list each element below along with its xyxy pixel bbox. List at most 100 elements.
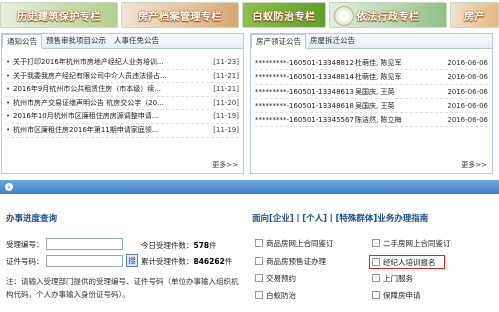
banner-administration-by-law[interactable]: 依法行政专栏 — [329, 2, 447, 28]
document-icon — [372, 274, 380, 282]
list-item[interactable]: • 杭州市区廉租住房2016年第11期申请家庭领... [11-19] — [6, 124, 239, 138]
accept-number-input[interactable] — [46, 238, 123, 250]
owner-names: 杜萌佳, 陈见军 — [355, 59, 402, 67]
banner-historic-buildings[interactable]: 历史建筑保护专栏 — [0, 2, 118, 28]
guide-item-presale-contract[interactable]: 商品房网上合同鉴订 — [255, 238, 334, 249]
bullet-icon: • — [6, 71, 11, 80]
owner-names: 杜萌佳, 陈见军 — [355, 73, 402, 82]
cert-date: 2016-06-06 — [447, 87, 488, 96]
cert-number: *********-160501-13345567 — [255, 116, 354, 125]
owner-names: 吴国庆, 王英 — [355, 101, 395, 110]
certificate-more-link[interactable]: 更多>> — [461, 160, 487, 170]
list-item[interactable]: • 2016年10月杭州市区廉租住房房源调整申请... [11-19] — [6, 110, 239, 124]
query-title: 办事进度查询 — [6, 214, 58, 224]
certificate-panel: 房产领证公告 房屋拆迁公告 *********-160501-13348812 … — [250, 33, 493, 174]
owner-names: 吴国庆, 王英 — [355, 87, 395, 96]
cert-number: *********-160501-13348814 — [255, 73, 354, 82]
cert-date: 2016-06-06 — [447, 116, 488, 125]
guide-item-label: 交易预约 — [266, 274, 296, 283]
banner-property-partial[interactable]: 房产 — [450, 2, 499, 28]
notice-date: [11-21] — [213, 71, 239, 80]
cert-date: 2016-06-06 — [447, 73, 488, 82]
tab-demolition[interactable]: 房屋拆迁公告 — [306, 34, 359, 48]
notice-date: [11-19] — [213, 125, 239, 134]
notices-panel: 通知公告 预售审批项目公示 人事任免公告 • 关于打印2016年杭州市房地产经纪… — [1, 33, 244, 174]
list-item[interactable]: • 关于打印2016年杭州市房地产经纪人业务培训... [11-23] — [6, 56, 239, 70]
guide-item-resale-contract[interactable]: 二手房网上合同鉴订 — [372, 238, 451, 249]
document-icon — [255, 274, 263, 282]
cert-date: 2016-06-06 — [447, 59, 488, 67]
document-icon — [372, 291, 380, 299]
bullet-icon: • — [6, 85, 11, 94]
cert-number: *********-160501-13348812 — [255, 59, 354, 67]
notice-title[interactable]: 2016年9月杭州市公共租赁住房（市本级）续... — [13, 83, 205, 96]
table-row[interactable]: *********-160501-13348814 杜萌佳, 陈见军 2016-… — [255, 70, 488, 85]
document-icon — [255, 291, 263, 299]
notice-date: [11-20] — [213, 98, 239, 107]
notice-title[interactable]: 关于打印2016年杭州市房地产经纪人业务培训... — [13, 56, 205, 69]
guide-item-affordable-housing[interactable]: 保障房申请 — [372, 290, 421, 301]
cert-number-input[interactable] — [46, 255, 123, 267]
today-stat: 今日受理件数：578件 — [141, 240, 217, 251]
cert-number-label: 证件号码： — [6, 257, 44, 266]
guide-item-appointment[interactable]: 交易预约 — [255, 273, 296, 284]
certificate-tab-bar: 房产领证公告 房屋拆迁公告 — [251, 34, 492, 49]
bullet-icon: • — [6, 112, 11, 121]
table-row[interactable]: *********-160501-13348613 吴国庆, 王英 2016-0… — [255, 85, 488, 99]
today-count: 578 — [193, 241, 210, 250]
arrow-icon: › — [5, 183, 13, 191]
search-button[interactable]: 搜 — [126, 254, 138, 267]
document-icon — [255, 239, 263, 247]
cert-date: 2016-06-06 — [447, 101, 488, 110]
list-item[interactable]: • 杭州市房产交易证缮声明公告 杭房交公字（20... [11-20] — [6, 97, 239, 111]
guide-item-termite[interactable]: 白蚁防治 — [255, 290, 296, 301]
total-unit: 件 — [224, 257, 233, 266]
banner-label: 依法行政专栏 — [356, 11, 420, 23]
tab-personnel[interactable]: 人事任免公告 — [110, 34, 163, 48]
today-label: 今日受理件数： — [141, 241, 194, 250]
owner-names: 陈洁然, 陈立梅 — [355, 116, 402, 125]
guide-item-presale-permit[interactable]: 商品房预售证办理 — [255, 256, 326, 267]
notice-date: [11-23] — [213, 58, 239, 66]
document-icon — [255, 257, 263, 265]
bullet-icon: • — [6, 58, 11, 66]
table-row[interactable]: *********-160501-13345567 陈洁然, 陈立梅 2016-… — [255, 113, 488, 128]
table-row[interactable]: *********-160501-13348618 吴国庆, 王英 2016-0… — [255, 99, 488, 114]
guide-item-label: 二手房网上合同鉴订 — [383, 239, 451, 248]
cert-number: *********-160501-13348613 — [255, 87, 354, 96]
accept-number-label: 受理编号： — [6, 240, 44, 249]
total-label: 累计受理件数： — [141, 257, 194, 266]
notice-title[interactable]: 关于我委我房产经纪有限公司中介人员违法侵占... — [13, 70, 205, 83]
banner-label: 房产 — [464, 11, 485, 23]
tab-notices[interactable]: 通知公告 — [2, 34, 42, 49]
notice-title[interactable]: 2016年10月杭州市区廉租住房房源调整申请... — [13, 110, 205, 123]
tab-certificate[interactable]: 房产领证公告 — [251, 34, 306, 49]
guide-item-home-service[interactable]: 上门服务 — [372, 273, 413, 284]
notice-title[interactable]: 杭州市房产交易证缮声明公告 杭房交公字（20... — [13, 97, 205, 110]
document-icon — [372, 239, 380, 247]
guide-title[interactable]: 面向[企业]丨[个人]丨[特殊群体]业务办理指南 — [252, 212, 428, 224]
banner-label: 历史建筑保护专栏 — [17, 11, 101, 23]
list-item[interactable]: • 关于我委我房产经纪有限公司中介人员违法侵占... [11-21] — [6, 70, 239, 84]
bullet-icon: • — [6, 125, 11, 134]
tab-presale-approval[interactable]: 预售审批项目公示 — [42, 34, 110, 48]
banner-termite-control[interactable]: 白蚁防治专栏 — [242, 2, 326, 28]
banner-property-archives[interactable]: 房产档案管理专栏 — [121, 2, 239, 28]
notices-list: • 关于打印2016年杭州市房地产经纪人业务培训... [11-23] • 关于… — [6, 56, 239, 138]
list-item[interactable]: • 2016年9月杭州市公共租赁住房（市本级）续... [11-21] — [6, 83, 239, 97]
notices-more-link[interactable]: 更多>> — [212, 160, 238, 170]
notice-date: [11-19] — [213, 112, 239, 121]
total-count: 846262 — [193, 257, 225, 266]
banner-label: 白蚁防治专栏 — [252, 11, 316, 23]
highlight-box — [369, 255, 445, 269]
seal-icon — [334, 6, 354, 26]
certificate-list: *********-160501-13348812 杜萌佳, 陈见军 2016-… — [255, 56, 488, 128]
table-row[interactable]: *********-160501-13348812 杜萌佳, 陈见军 2016-… — [255, 56, 488, 71]
bullet-icon: • — [6, 98, 11, 107]
notice-title[interactable]: 杭州市区廉租住房2016年第11期申请家庭领... — [13, 124, 205, 137]
total-stat: 累计受理件数：846262件 — [141, 256, 232, 267]
guide-item-label: 商品房预售证办理 — [266, 257, 326, 266]
query-note: 注：请输入受理部门提供的受理编号、证件号码（单位办事输入组织机构代码，个人办事输… — [6, 277, 239, 299]
banner-strip: 历史建筑保护专栏 房产档案管理专栏 白蚁防治专栏 依法行政专栏 房产 — [0, 0, 499, 30]
guide-item-label: 商品房网上合同鉴订 — [266, 239, 334, 248]
